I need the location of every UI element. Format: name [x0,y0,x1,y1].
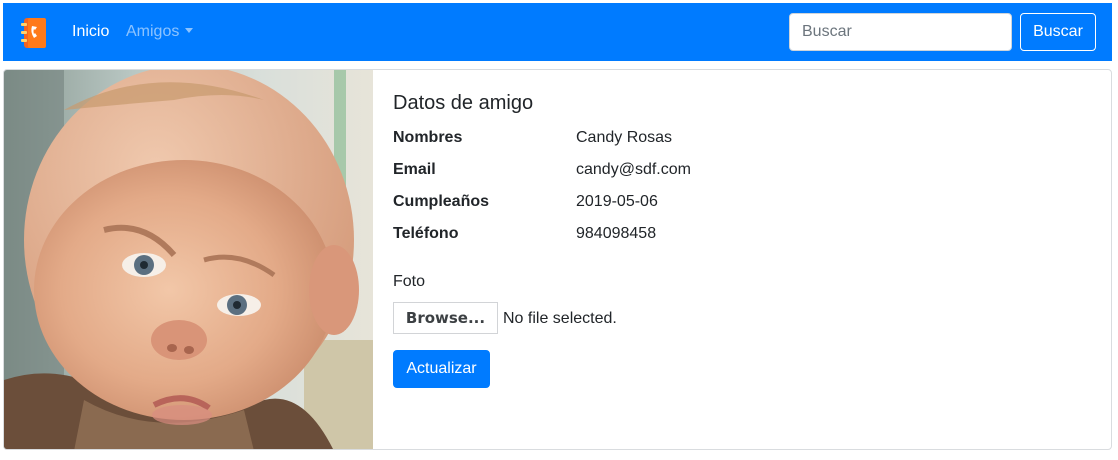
search-button[interactable]: Buscar [1020,13,1096,51]
phonebook-icon[interactable] [20,17,48,49]
file-status: No file selected. [503,310,617,327]
update-button[interactable]: Actualizar [393,350,490,388]
nav-friends-dropdown[interactable]: Amigos [126,23,194,41]
friend-card: Datos de amigo Nombres Candy Rosas Email… [3,69,1112,450]
card-title: Datos de amigo [393,92,534,114]
email-value: candy@sdf.com [576,161,691,178]
phone-label: Teléfono [393,225,459,242]
search-input[interactable] [789,13,1012,51]
name-value: Candy Rosas [576,129,673,146]
phone-value: 984098458 [576,225,657,242]
chevron-down-icon [185,28,194,33]
navbar: Inicio Amigos Buscar [3,3,1112,61]
friend-photo [4,70,373,449]
birthday-value: 2019-05-06 [576,193,658,210]
email-label: Email [393,161,436,178]
nav-friends-label: Amigos [126,23,180,40]
browse-button[interactable]: Browse... [393,302,498,334]
nav-home-link[interactable]: Inicio [72,23,109,41]
photo-label: Foto [393,273,426,290]
birthday-label: Cumpleaños [393,193,490,210]
page: Inicio Amigos Buscar Buscar Datos de ami… [0,0,1118,460]
name-label: Nombres [393,129,463,146]
